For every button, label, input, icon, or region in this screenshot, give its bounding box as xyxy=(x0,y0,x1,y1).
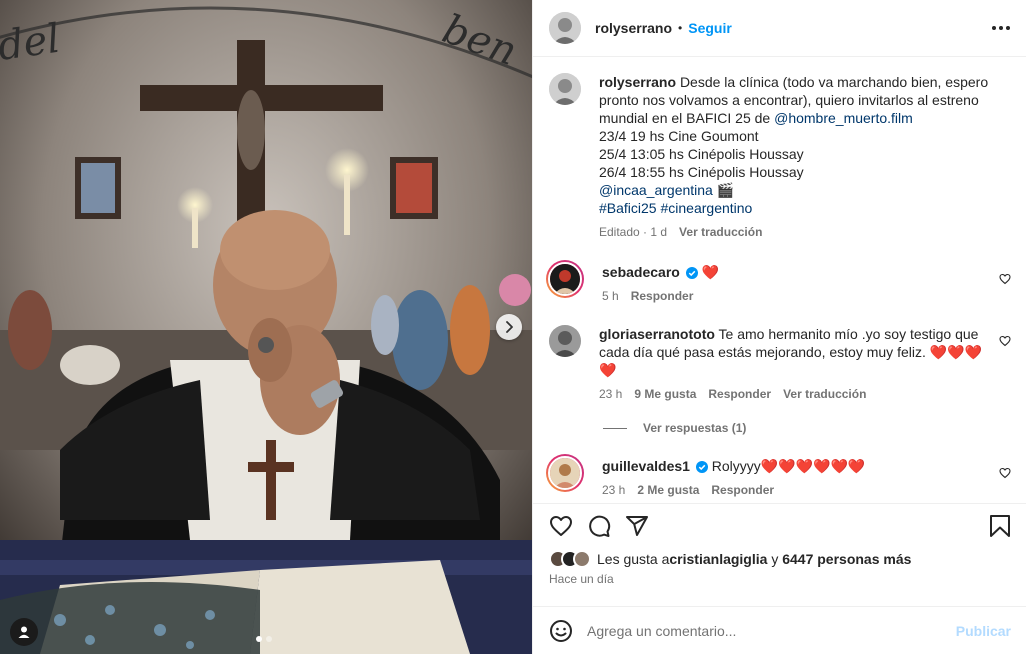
post-time: Hace un día xyxy=(549,572,614,586)
header-separator: • xyxy=(678,21,683,35)
emoji-icon xyxy=(550,619,572,642)
caption-meta: Editado · 1 d Ver traducción xyxy=(599,223,999,241)
mention-hombre-muerto[interactable]: @hombre_muerto.film xyxy=(774,110,913,126)
commenter-avatar[interactable] xyxy=(549,325,581,357)
svg-text:del: del xyxy=(0,16,63,70)
comment-like-heart-icon[interactable] xyxy=(999,467,1011,479)
more-icon xyxy=(992,26,996,30)
comment-likes-count[interactable]: 2 Me gusta xyxy=(637,481,699,499)
comment-icon xyxy=(589,515,611,537)
comment-time: 23 h xyxy=(602,483,626,497)
post-media[interactable]: del ben xyxy=(0,0,532,654)
caption-translate-link[interactable]: Ver traducción xyxy=(679,223,762,241)
publish-button[interactable]: Publicar xyxy=(956,623,1011,639)
next-image-button[interactable] xyxy=(496,314,522,340)
caption-avatar[interactable] xyxy=(549,73,581,105)
caption-line-3: 25/4 13:05 hs Cinépolis Houssay xyxy=(599,146,804,162)
caption: rolyserrano Desde la clínica (todo va ma… xyxy=(549,73,1011,241)
comment-input[interactable] xyxy=(587,622,956,639)
comment-username[interactable]: gloriaserranototo xyxy=(599,326,715,342)
reply-button[interactable]: Responder xyxy=(711,481,774,499)
share-icon xyxy=(626,516,648,536)
likes-middle: y xyxy=(767,551,783,567)
follow-button[interactable]: Seguir xyxy=(688,20,732,36)
likes-prefix: Les gusta a xyxy=(597,551,670,567)
replies-divider xyxy=(603,427,627,429)
tagged-users-button[interactable] xyxy=(10,618,38,646)
heart-icon xyxy=(550,516,572,536)
comment-username[interactable]: sebadecaro xyxy=(602,264,680,280)
carousel-indicator xyxy=(256,636,272,642)
comment-username[interactable]: guillevaldes1 xyxy=(602,458,690,474)
likes-summary: Les gusta a cristianlagiglia y 6447 pers… xyxy=(549,550,1011,568)
comment-like-heart-icon[interactable] xyxy=(999,335,1011,347)
post-side-panel: rolyserrano • Seguir rolyserrano Desde l… xyxy=(532,0,1026,654)
like-button[interactable] xyxy=(549,514,573,538)
author-avatar[interactable] xyxy=(549,12,581,44)
carousel-dot xyxy=(266,636,272,642)
chevron-right-icon xyxy=(506,321,513,333)
caption-line-2: 23/4 19 hs Cine Goumont xyxy=(599,128,759,144)
likes-count[interactable]: 6447 personas más xyxy=(782,551,911,567)
comment-text: ❤️ xyxy=(701,264,720,280)
user-tag-icon xyxy=(18,626,30,638)
author-username[interactable]: rolyserrano xyxy=(595,20,672,36)
hashtag-cineargentino[interactable]: #cineargentino xyxy=(660,200,752,216)
liker-username[interactable]: cristianlagiglia xyxy=(669,551,767,567)
caption-edited-time: Editado · 1 d xyxy=(599,225,668,239)
comment-button[interactable] xyxy=(587,514,611,538)
commenter-avatar[interactable] xyxy=(546,454,584,492)
comments-section[interactable]: rolyserrano Desde la clínica (todo va ma… xyxy=(533,57,1026,503)
verified-icon xyxy=(685,267,698,279)
verified-icon xyxy=(695,461,708,473)
comment-like-heart-icon[interactable] xyxy=(999,273,1011,285)
share-button[interactable] xyxy=(625,514,649,538)
view-replies-button[interactable]: Ver respuestas (1) xyxy=(603,421,1011,435)
comment-item: sebadecaro ❤️ 5 h Responder xyxy=(546,260,1011,305)
mention-incaa[interactable]: @incaa_argentina xyxy=(599,182,713,198)
view-replies-label: Ver respuestas (1) xyxy=(643,421,747,435)
comment-likes-count[interactable]: 9 Me gusta xyxy=(634,385,696,403)
save-icon xyxy=(990,515,1010,537)
carousel-dot-active xyxy=(256,636,262,642)
caption-username[interactable]: rolyserrano xyxy=(599,74,676,90)
comment-item: guillevaldes1 Rolyyyy❤️❤️❤️❤️❤️❤️ 23 h 2… xyxy=(546,454,1011,499)
comment-text: Rolyyyy❤️❤️❤️❤️❤️❤️ xyxy=(711,458,866,474)
save-button[interactable] xyxy=(989,514,1011,538)
clapper-emoji: 🎬 xyxy=(716,182,735,198)
commenter-avatar[interactable] xyxy=(546,260,584,298)
comment-item: gloriaserranototo Te amo hermanito mío .… xyxy=(549,325,1011,403)
hashtag-bafici25[interactable]: #Bafici25 xyxy=(599,200,657,216)
post-header: rolyserrano • Seguir xyxy=(533,0,1026,57)
more-options-button[interactable] xyxy=(992,26,1010,30)
caption-text: rolyserrano Desde la clínica (todo va ma… xyxy=(599,73,999,127)
translate-button[interactable]: Ver traducción xyxy=(783,385,866,403)
caption-line-4: 26/4 18:55 hs Cinépolis Houssay xyxy=(599,164,804,180)
post-actions-area: Les gusta a cristianlagiglia y 6447 pers… xyxy=(533,503,1026,606)
action-bar xyxy=(549,512,1011,540)
post-photo: del ben xyxy=(0,0,532,654)
comment-time: 23 h xyxy=(599,387,623,401)
comment-meta: 23 h 2 Me gusta Responder xyxy=(602,481,1002,499)
comment-meta: 23 h 9 Me gusta Responder Ver traducción xyxy=(599,385,999,403)
reply-button[interactable]: Responder xyxy=(708,385,771,403)
comment-meta: 5 h Responder xyxy=(602,287,1002,305)
author-avatar-image xyxy=(549,12,581,44)
comment-composer: Publicar xyxy=(533,606,1026,654)
emoji-button[interactable] xyxy=(549,619,573,643)
likers-avatars[interactable] xyxy=(549,550,591,568)
comment-time: 5 h xyxy=(602,289,619,303)
reply-button[interactable]: Responder xyxy=(631,287,694,305)
